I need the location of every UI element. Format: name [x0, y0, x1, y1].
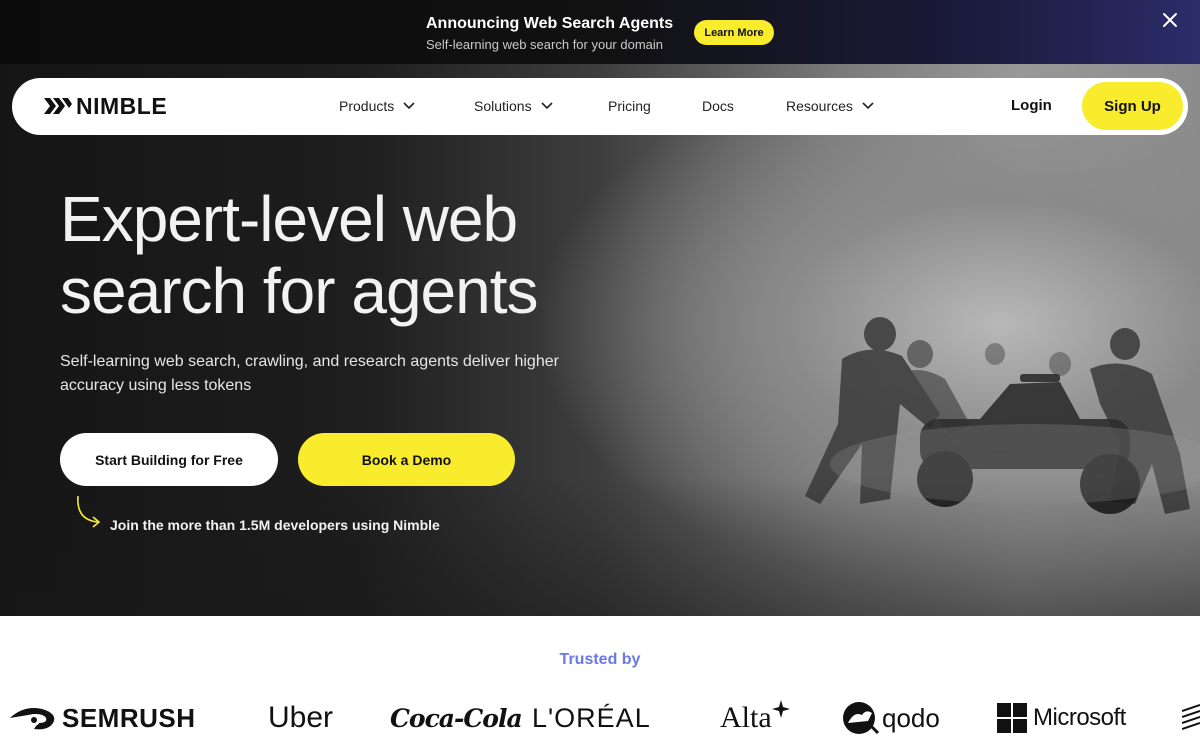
headline-line-1: Expert-level web	[60, 183, 518, 255]
brand-name: L'ORÉAL	[532, 702, 651, 733]
nimble-mark-icon	[44, 98, 72, 114]
customer-logos: SEMRUSH Uber Coca-Cola L'ORÉAL Alta qodo…	[0, 695, 1200, 745]
announcement-text: Announcing Web Search Agents Self-learni…	[426, 13, 673, 54]
chevron-down-icon	[541, 102, 553, 110]
nav-item-solutions[interactable]: Solutions	[474, 96, 554, 116]
microsoft-logo: Microsoft	[997, 695, 1126, 741]
developer-count-note: Join the more than 1.5M developers using…	[110, 517, 440, 533]
qodo-logo: qodo	[842, 695, 940, 741]
semrush-mark-icon	[10, 708, 55, 730]
curved-arrow-icon	[77, 495, 101, 528]
book-demo-button[interactable]: Book a Demo	[298, 433, 515, 486]
layers-icon	[1182, 704, 1200, 730]
brand-name: Coca-Cola	[390, 703, 523, 733]
start-building-button[interactable]: Start Building for Free	[60, 433, 278, 486]
brand-name: SEMRUSH	[62, 702, 196, 733]
microsoft-grid-icon	[997, 703, 1027, 733]
brand-name: Uber	[268, 701, 334, 734]
brand-name: Microsoft	[1033, 704, 1126, 731]
nav-item-pricing[interactable]: Pricing	[608, 96, 651, 116]
brand-name: qodo	[882, 702, 940, 733]
uber-logo: Uber	[268, 695, 333, 741]
sign-up-button[interactable]: Sign Up	[1082, 82, 1183, 130]
nav-item-products[interactable]: Products	[339, 96, 416, 116]
loreal-logo: L'ORÉAL	[532, 695, 651, 741]
announcement-bar: Announcing Web Search Agents Self-learni…	[0, 0, 1200, 64]
chevron-down-icon	[403, 102, 415, 110]
trusted-by-label: Trusted by	[559, 651, 641, 668]
partial-logo	[1182, 695, 1200, 741]
hero-headline: Expert-level web search for agents	[60, 183, 680, 327]
nav-item-label: Solutions	[474, 98, 532, 114]
brand-name: Alta	[720, 701, 772, 734]
semrush-logo: SEMRUSH	[8, 695, 196, 741]
qodo-mark-icon	[843, 702, 880, 735]
chevron-down-icon	[862, 102, 874, 110]
nav-item-resources[interactable]: Resources	[786, 96, 875, 116]
sparkle-icon	[771, 700, 790, 718]
headline-line-2: search for agents	[60, 255, 539, 327]
nav-item-label: Products	[339, 98, 395, 114]
nav-item-label: Resources	[786, 98, 853, 114]
alta-logo: Alta	[720, 695, 790, 741]
coca-cola-logo: Coca-Cola	[390, 695, 523, 741]
announcement-subtitle: Self-learning web search for your domain	[426, 37, 664, 52]
announcement-title: Announcing Web Search Agents	[426, 15, 674, 32]
nav-item-docs[interactable]: Docs	[702, 96, 734, 116]
nav-item-label: Docs	[702, 98, 734, 114]
learn-more-button[interactable]: Learn More	[694, 20, 774, 45]
brand-name: NIMBLE	[76, 93, 168, 119]
nav-item-label: Pricing	[608, 98, 651, 114]
close-icon[interactable]	[1160, 10, 1180, 30]
login-link[interactable]: Login	[1011, 96, 1052, 116]
nimble-logo[interactable]: NIMBLE	[44, 93, 167, 119]
hero-subhead: Self-learning web search, crawling, and …	[60, 353, 559, 394]
main-nav: NIMBLE Products Solutions Pricing Docs R…	[12, 78, 1188, 135]
hero-fade	[0, 476, 1200, 616]
